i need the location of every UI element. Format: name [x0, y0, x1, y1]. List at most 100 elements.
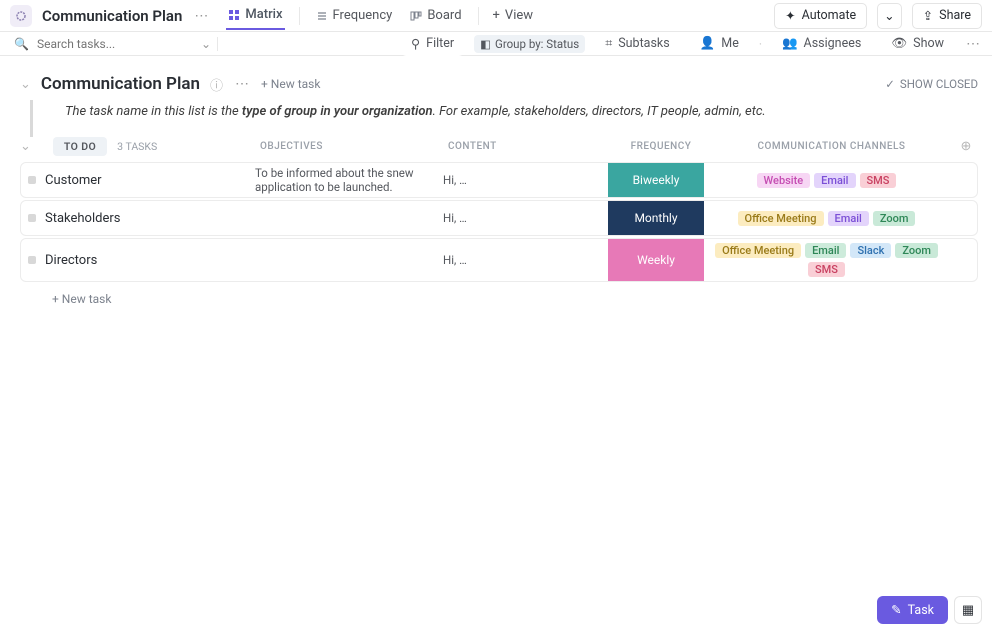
cell-objectives[interactable]: To be informed about the snew applicatio… [255, 163, 443, 197]
subtasks-button[interactable]: ⌗ Subtasks [595, 32, 680, 55]
eye-icon: 👁 [891, 36, 907, 51]
channel-tag[interactable]: Office Meeting [715, 243, 801, 258]
cell-channels[interactable]: WebsiteEmail SMS [704, 163, 949, 197]
group-by-pill[interactable]: ◧ Group by: Status [474, 35, 585, 53]
automate-button[interactable]: ✦ Automate [774, 3, 867, 29]
person-icon: 👤 [700, 36, 716, 51]
tab-frequency[interactable]: Frequency [314, 2, 395, 29]
dot-separator: · [759, 37, 762, 51]
column-content[interactable]: CONTENT [448, 141, 613, 152]
task-count: 3 TASKS [117, 140, 157, 153]
create-task-fab[interactable]: ✎ Task [877, 596, 948, 624]
table-row[interactable]: Stakeholders Hi , … Monthly Office Meeti… [20, 200, 978, 236]
cell-channels[interactable]: Office Meeting Email Slack Zoom SMS [704, 239, 949, 281]
cell-objectives[interactable] [255, 201, 443, 235]
group-chevron-icon[interactable]: ⌄ [20, 139, 31, 154]
task-name[interactable]: Directors [43, 239, 255, 281]
new-task-row[interactable]: + New task [0, 284, 992, 314]
subtasks-icon: ⌗ [605, 36, 612, 51]
list-view-icon [316, 10, 328, 22]
column-headers: ⌄ TO DO 3 TASKS OBJECTIVES CONTENT FREQU… [0, 137, 992, 162]
task-rows: Customer To be informed about the snew a… [0, 162, 992, 282]
apps-fab[interactable]: ▦ [954, 596, 982, 624]
column-objectives[interactable]: OBJECTIVES [260, 141, 448, 152]
cell-content[interactable]: Hi , … [443, 239, 608, 281]
chevron-down-icon: ⌄ [884, 8, 894, 24]
tab-divider [299, 7, 300, 25]
me-label: Me [721, 36, 739, 51]
list-header: ⌄ Communication Plan ⓘ ⋯ + New task ✓ SH… [0, 56, 992, 100]
channel-tag[interactable]: Email [805, 243, 846, 258]
list-icon[interactable] [10, 5, 32, 27]
add-column-button[interactable]: ⊕ [954, 139, 978, 154]
task-fab-label: Task [908, 603, 934, 618]
cell-content[interactable]: Hi , … [443, 201, 608, 235]
drag-handle[interactable] [21, 163, 43, 197]
search-input[interactable] [37, 37, 193, 51]
me-button[interactable]: 👤 Me [690, 32, 749, 55]
column-frequency[interactable]: FREQUENCY [613, 141, 709, 152]
view-label: View [505, 8, 533, 23]
share-label: Share [939, 8, 971, 23]
show-button[interactable]: 👁 Show [881, 32, 954, 55]
table-row[interactable]: Customer To be informed about the snew a… [20, 162, 978, 198]
fab-wrap: ✎ Task ▦ [877, 596, 982, 624]
channel-tag[interactable]: Zoom [895, 243, 938, 258]
filter-button[interactable]: ⚲ Filter [401, 32, 464, 56]
people-icon: 👥 [782, 36, 798, 51]
channel-tag[interactable]: Office Meeting [738, 211, 824, 226]
assignees-button[interactable]: 👥 Assignees [772, 32, 871, 55]
share-icon: ⇪ [923, 8, 933, 24]
collapse-chevron-icon[interactable]: ⌄ [20, 77, 31, 92]
subtasks-label: Subtasks [618, 36, 669, 51]
channel-tag[interactable]: Website [757, 173, 811, 188]
show-closed-toggle[interactable]: ✓ SHOW CLOSED [885, 77, 978, 91]
pen-icon: ✎ [891, 602, 901, 618]
task-name[interactable]: Customer [43, 163, 255, 197]
cell-frequency[interactable]: Weekly [608, 239, 704, 281]
desc-bold: type of group in your organization [242, 104, 433, 119]
drag-handle[interactable] [21, 239, 43, 281]
automate-dropdown[interactable]: ⌄ [877, 3, 901, 29]
title-menu-icon[interactable]: ⋯ [192, 8, 210, 24]
check-icon: ✓ [885, 77, 895, 91]
tab-label: Board [427, 8, 461, 23]
filter-label: Filter [426, 36, 454, 51]
list-more-icon[interactable]: ⋯ [233, 76, 251, 92]
cell-content[interactable]: Hi , … [443, 163, 608, 197]
cell-frequency[interactable]: Monthly [608, 201, 704, 235]
list-description: The task name in this list is the type o… [30, 100, 992, 137]
info-icon[interactable]: ⓘ [210, 75, 223, 94]
tab-matrix[interactable]: Matrix [226, 1, 284, 30]
tab-board[interactable]: Board [408, 2, 463, 29]
new-task-top[interactable]: + New task [261, 77, 320, 91]
assignees-label: Assignees [804, 36, 862, 51]
sparkle-icon: ✦ [785, 8, 795, 24]
cell-objectives[interactable] [255, 239, 443, 281]
column-channels[interactable]: COMMUNICATION CHANNELS [709, 141, 954, 152]
channel-tag[interactable]: Slack [850, 243, 891, 258]
cell-channels[interactable]: Office Meeting Email Zoom [704, 201, 949, 235]
matrix-icon [228, 9, 240, 21]
drag-handle[interactable] [21, 201, 43, 235]
filter-icon: ⚲ [411, 36, 420, 52]
view-tabs: Matrix Frequency Board + View [226, 1, 533, 30]
channel-tag[interactable]: Zoom [873, 211, 916, 226]
automate-label: Automate [802, 8, 857, 23]
filter-toolbar: 🔍 ⌄ ⚲ Filter ◧ Group by: Status ⌗ Subtas… [0, 32, 992, 56]
cell-frequency[interactable]: Biweekly [608, 163, 704, 197]
channel-tag[interactable]: Email [814, 173, 855, 188]
plus-icon: + [493, 8, 500, 23]
table-row[interactable]: Directors Hi , … Weekly Office Meeting Em… [20, 238, 978, 282]
top-bar: Communication Plan ⋯ Matrix Frequency Bo… [0, 0, 992, 32]
status-chip[interactable]: TO DO [53, 137, 107, 156]
chevron-down-icon[interactable]: ⌄ [201, 37, 211, 51]
share-button[interactable]: ⇪ Share [912, 3, 982, 29]
toolbar-more-icon[interactable]: ⋯ [964, 36, 982, 52]
channel-tag[interactable]: SMS [860, 173, 897, 188]
add-view-button[interactable]: + View [493, 8, 534, 23]
desc-post: . For example, stakeholders, directors, … [433, 104, 766, 119]
task-name[interactable]: Stakeholders [43, 201, 255, 235]
channel-tag[interactable]: Email [828, 211, 869, 226]
channel-tag[interactable]: SMS [808, 262, 845, 277]
